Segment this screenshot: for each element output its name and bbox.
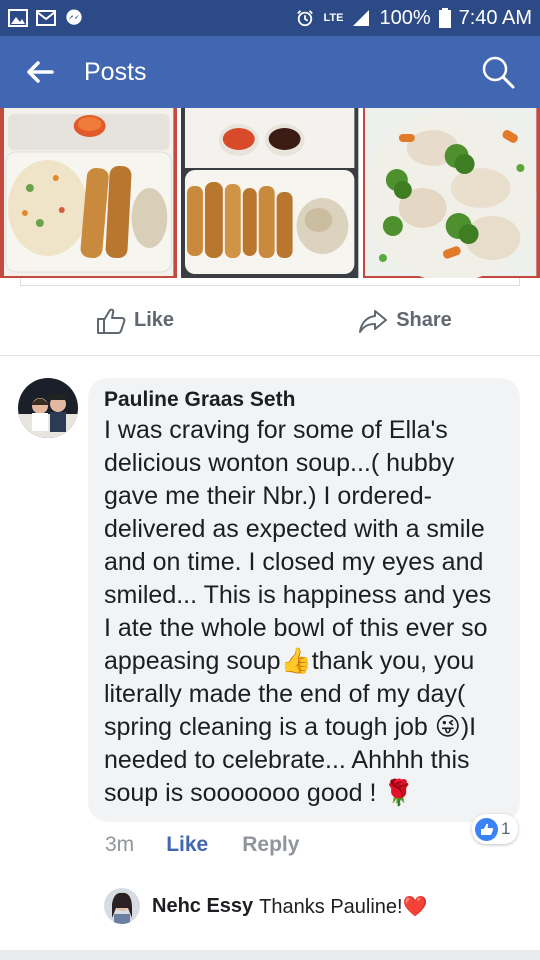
like-reaction-icon xyxy=(475,817,498,841)
app-bar: Posts xyxy=(0,36,540,108)
alarm-icon xyxy=(297,10,314,27)
notification-icons xyxy=(8,9,84,27)
share-arrow-icon xyxy=(359,309,388,333)
photo-fried-rice-spring-rolls[interactable] xyxy=(0,108,178,278)
gallery-icon xyxy=(8,9,28,27)
avatar[interactable] xyxy=(18,378,78,438)
battery-label: 100% xyxy=(379,6,431,29)
comment-text-part1: I was craving for some of Ella's delicio… xyxy=(104,416,492,675)
battery-icon xyxy=(438,8,451,28)
reply-comment: Nehc Essy Thanks Pauline!❤️ xyxy=(0,862,540,924)
reply-author[interactable]: Nehc Essy xyxy=(152,895,253,918)
mail-icon xyxy=(36,10,56,26)
clock: 7:40 AM xyxy=(458,6,532,29)
post-photos xyxy=(0,108,540,278)
thumbs-up-icon xyxy=(96,308,126,334)
signal-icon xyxy=(353,10,370,26)
reply-avatar[interactable] xyxy=(104,888,140,924)
post-actions: Like Share xyxy=(0,286,540,356)
thumbs-up-emoji: 👍 xyxy=(280,647,312,675)
heart-emoji: ❤️ xyxy=(402,895,428,918)
comment-reply-button[interactable]: Reply xyxy=(242,833,299,857)
comment-like-button[interactable]: Like xyxy=(166,833,208,857)
wink-emoji: 😜 xyxy=(434,713,461,741)
like-label: Like xyxy=(133,309,175,331)
share-label: Share xyxy=(396,309,452,331)
comment-bubble: Pauline Graas Seth I was craving for som… xyxy=(88,378,520,822)
search-icon xyxy=(482,56,515,89)
rose-emoji: 🌹 xyxy=(383,779,415,807)
comment: Pauline Graas Seth I was craving for som… xyxy=(0,356,540,822)
reaction-count: 1 xyxy=(501,819,511,838)
photo-wonton-soup[interactable] xyxy=(362,108,540,278)
bottom-divider xyxy=(0,950,540,960)
like-button[interactable]: Like xyxy=(0,307,270,335)
network-label: LTE xyxy=(323,12,344,24)
share-button[interactable]: Share xyxy=(270,307,540,335)
comment-text: I was craving for some of Ella's delicio… xyxy=(104,414,504,810)
back-arrow-icon xyxy=(27,61,54,83)
reply-text-body: Thanks Pauline! xyxy=(259,895,403,918)
reaction-count-badge[interactable]: 1 xyxy=(472,814,519,844)
comment-meta: 3m Like Reply 1 xyxy=(0,814,540,862)
search-button[interactable] xyxy=(476,50,520,94)
status-bar: LTE 100% 7:40 AM xyxy=(0,0,540,36)
comment-time: 3m xyxy=(105,833,135,856)
messenger-icon xyxy=(66,9,82,25)
page-title: Posts xyxy=(84,57,147,86)
reply-text: Thanks Pauline!❤️ xyxy=(259,894,427,919)
back-button[interactable] xyxy=(20,52,60,92)
system-icons: LTE 100% 7:40 AM xyxy=(295,7,532,30)
photo-spring-rolls-sauces[interactable] xyxy=(181,108,359,278)
post-divider xyxy=(20,278,520,286)
comment-author[interactable]: Pauline Graas Seth xyxy=(104,388,504,412)
